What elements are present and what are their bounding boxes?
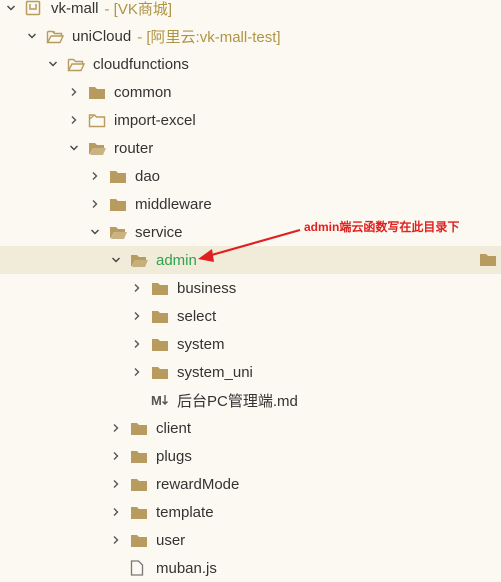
tree-item-label: user	[156, 531, 186, 549]
folder-icon	[130, 448, 148, 464]
annotation-label: admin端云函数写在此目录下	[304, 220, 460, 234]
chevron-right-icon[interactable]	[131, 310, 143, 322]
folder-open-icon	[109, 224, 127, 240]
tree-item-dao[interactable]: dao	[0, 162, 501, 190]
folder-open-outline-icon	[67, 56, 85, 72]
tree-item-common[interactable]: common	[0, 78, 501, 106]
tree-item-system_uni[interactable]: system_uni	[0, 358, 501, 386]
chevron-down-icon[interactable]	[5, 2, 17, 14]
tree-item-label: template	[156, 503, 214, 521]
tree-item-label: business	[177, 279, 237, 297]
tree-item-unicloud[interactable]: uniCloud - [阿里云:vk-mall-test]	[0, 22, 501, 50]
chevron-right-icon[interactable]	[68, 86, 80, 98]
chevron-right-icon[interactable]	[110, 450, 122, 462]
markdown-icon: M	[151, 392, 169, 408]
project-icon	[25, 0, 43, 16]
tree-item-select[interactable]: select	[0, 302, 501, 330]
tree-item-label: middleware	[135, 195, 212, 213]
tree-item-label: client	[156, 419, 192, 437]
tree-item-label: import-excel	[114, 111, 196, 129]
svg-text:M: M	[151, 393, 162, 407]
folder-icon	[109, 168, 127, 184]
folder-open-icon	[130, 252, 148, 268]
tree-item-import-excel[interactable]: import-excel	[0, 106, 501, 134]
tree-item-label: plugs	[156, 447, 192, 465]
chevron-right-icon[interactable]	[89, 198, 101, 210]
tree-item--pc-md[interactable]: M 后台PC管理端.md	[0, 386, 501, 414]
chevron-right-icon[interactable]	[68, 114, 80, 126]
folder-icon	[151, 364, 169, 380]
chevron-right-icon[interactable]	[131, 282, 143, 294]
tree-item-label: dao	[135, 167, 161, 185]
folder-icon	[151, 336, 169, 352]
tree-item-label: uniCloud	[72, 27, 132, 45]
chevron-right-icon[interactable]	[110, 534, 122, 546]
tree-item-client[interactable]: client	[0, 414, 501, 442]
tree-item-business[interactable]: business	[0, 274, 501, 302]
tree-item-label: vk-mall	[51, 0, 99, 17]
chevron-right-icon[interactable]	[110, 422, 122, 434]
folder-icon	[130, 532, 148, 548]
cloud-folder-icon	[46, 28, 64, 44]
tree-item-label: admin	[156, 251, 197, 269]
file-icon	[130, 560, 148, 576]
chevron-down-icon[interactable]	[68, 142, 80, 154]
cloud-function-folder-icon	[88, 112, 106, 128]
tree-item-annotation: - [阿里云:vk-mall-test]	[137, 28, 281, 46]
chevron-down-icon[interactable]	[110, 254, 122, 266]
folder-icon	[88, 84, 106, 100]
tree-item-label: service	[135, 223, 183, 241]
tree-item-admin[interactable]: admin	[0, 246, 501, 274]
tree-item-plugs[interactable]: plugs	[0, 442, 501, 470]
tree-item-annotation: - [VK商城]	[104, 0, 173, 18]
tree-item-label: rewardMode	[156, 475, 240, 493]
folder-icon	[151, 280, 169, 296]
folder-icon	[151, 308, 169, 324]
tree-item-system[interactable]: system	[0, 330, 501, 358]
chevron-right-icon[interactable]	[110, 506, 122, 518]
tree-item-label: 后台PC管理端.md	[177, 392, 298, 410]
chevron-right-icon[interactable]	[110, 478, 122, 490]
tree-item-rewardmode[interactable]: rewardMode	[0, 470, 501, 498]
tree-item-router[interactable]: router	[0, 134, 501, 162]
folder-icon	[130, 504, 148, 520]
tree-item-user[interactable]: user	[0, 526, 501, 554]
tree-item-middleware[interactable]: middleware	[0, 190, 501, 218]
tree-item-label: common	[114, 83, 172, 101]
chevron-right-icon[interactable]	[131, 366, 143, 378]
folder-icon	[130, 420, 148, 436]
chevron-down-icon[interactable]	[89, 226, 101, 238]
tree-item-vk-mall[interactable]: vk-mall - [VK商城]	[0, 0, 501, 22]
chevron-down-icon[interactable]	[26, 30, 38, 42]
tree-item-cloudfunctions[interactable]: cloudfunctions	[0, 50, 501, 78]
tree-item-label: cloudfunctions	[93, 55, 189, 73]
tree-item-label: system_uni	[177, 363, 253, 381]
tree-item-template[interactable]: template	[0, 498, 501, 526]
folder-icon	[130, 476, 148, 492]
tree-item-label: select	[177, 307, 217, 325]
folder-open-icon	[88, 140, 106, 156]
tree-item-label: muban.js	[156, 559, 217, 577]
chevron-down-icon[interactable]	[47, 58, 59, 70]
tree-item-muban-js[interactable]: muban.js	[0, 554, 501, 582]
chevron-right-icon[interactable]	[89, 170, 101, 182]
tree-item-label: system	[177, 335, 225, 353]
folder-icon	[109, 196, 127, 212]
reveal-folder-icon[interactable]	[479, 252, 497, 268]
chevron-right-icon[interactable]	[131, 338, 143, 350]
tree-item-label: router	[114, 139, 154, 157]
